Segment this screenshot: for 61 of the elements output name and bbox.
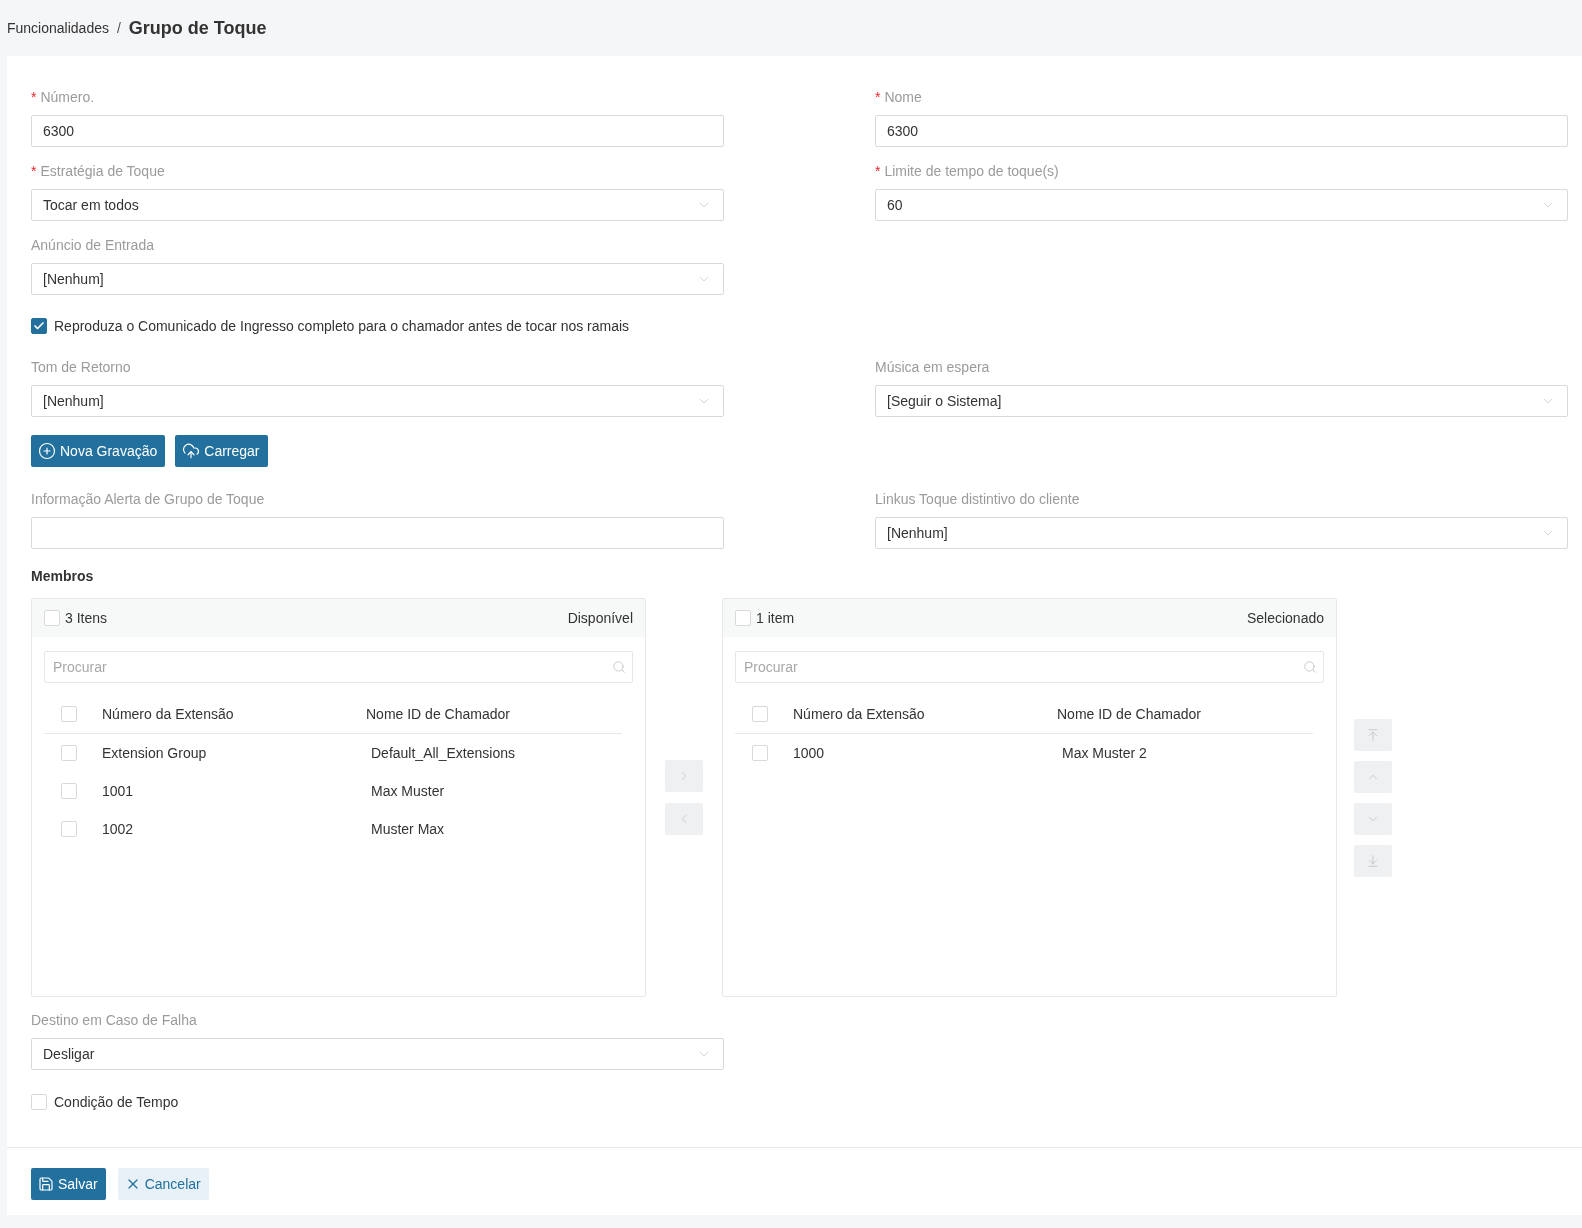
check-icon	[33, 320, 45, 332]
table-cell: Extension Group	[102, 745, 207, 761]
field-label: Número.	[40, 88, 95, 107]
new-recording-button[interactable]: Nova Gravação	[31, 435, 166, 467]
field-label: Destino em Caso de Falha	[31, 1011, 197, 1030]
table-cell: Muster Max	[371, 821, 445, 837]
text-input[interactable]	[31, 517, 724, 549]
search-field[interactable]: Procurar	[735, 651, 1324, 683]
save-icon	[38, 1176, 54, 1192]
field-label: Informação Alerta de Grupo de Toque	[31, 490, 265, 509]
select-field[interactable]: [Nenhum]	[31, 385, 724, 417]
cancel-button[interactable]: Cancelar	[117, 1168, 209, 1200]
text-input[interactable]: 6300	[31, 115, 724, 147]
column-header: Nome ID de Chamador	[366, 706, 510, 722]
cloud-upload-icon	[182, 442, 201, 460]
plus-circle-icon	[38, 442, 56, 460]
page-title: Grupo de Toque	[128, 17, 267, 39]
breadcrumb-link[interactable]: Funcionalidades	[7, 20, 109, 36]
field-label: Limite de tempo de toque(s)	[884, 162, 1059, 181]
required-asterisk: *	[31, 90, 37, 104]
column-header: Número da Extensão	[102, 706, 234, 722]
table-cell: Max Muster	[371, 783, 445, 799]
required-asterisk: *	[875, 90, 881, 104]
search-field[interactable]: Procurar	[44, 651, 633, 683]
field-label: Tom de Retorno	[31, 358, 131, 377]
column-header: Nome ID de Chamador	[1057, 706, 1201, 722]
select-field[interactable]: Tocar em todos	[31, 189, 724, 221]
save-button[interactable]: Salvar	[31, 1168, 106, 1200]
select-field[interactable]: [Nenhum]	[875, 517, 1568, 549]
table-cell: 1002	[102, 821, 134, 837]
upload-button[interactable]: Carregar	[175, 435, 268, 467]
search-icon	[612, 660, 626, 674]
field-label: Estratégia de Toque	[40, 162, 165, 181]
breadcrumb-separator: /	[116, 20, 121, 36]
required-asterisk: *	[875, 164, 881, 178]
table-cell: Max Muster 2	[1062, 745, 1147, 761]
item-count: 3 Itens	[65, 610, 108, 626]
section-title: Membros	[31, 568, 94, 584]
required-asterisk: *	[31, 164, 37, 178]
table-cell: 1001	[102, 783, 134, 799]
select-field[interactable]: 60	[875, 189, 1568, 221]
panel-title: Disponível	[567, 610, 633, 626]
text-input[interactable]: 6300	[875, 115, 1568, 147]
item-count: 1 item	[756, 610, 795, 626]
arrow-to-top-icon	[1366, 727, 1380, 742]
select-field[interactable]: [Nenhum]	[31, 263, 724, 295]
arrow-to-bottom-icon	[1366, 853, 1380, 868]
field-label: Anúncio de Entrada	[31, 236, 154, 255]
select-field[interactable]: [Seguir o Sistema]	[875, 385, 1568, 417]
table-cell: 1000	[793, 745, 825, 761]
table-cell: Default_All_Extensions	[371, 745, 515, 761]
column-header: Número da Extensão	[793, 706, 925, 722]
select-field[interactable]: Desligar	[31, 1038, 724, 1070]
checkbox-label: Condição de Tempo	[54, 1093, 179, 1112]
field-label: Música em espera	[875, 358, 990, 377]
search-icon	[1303, 660, 1317, 674]
panel-title: Selecionado	[1246, 610, 1324, 626]
field-label: Linkus Toque distintivo do cliente	[875, 490, 1080, 509]
checkbox-label: Reproduza o Comunicado de Ingresso completo para o chamador antes de tocar nos ramais	[54, 317, 630, 336]
checkbox[interactable]	[31, 318, 47, 334]
field-label: Nome	[884, 88, 922, 107]
